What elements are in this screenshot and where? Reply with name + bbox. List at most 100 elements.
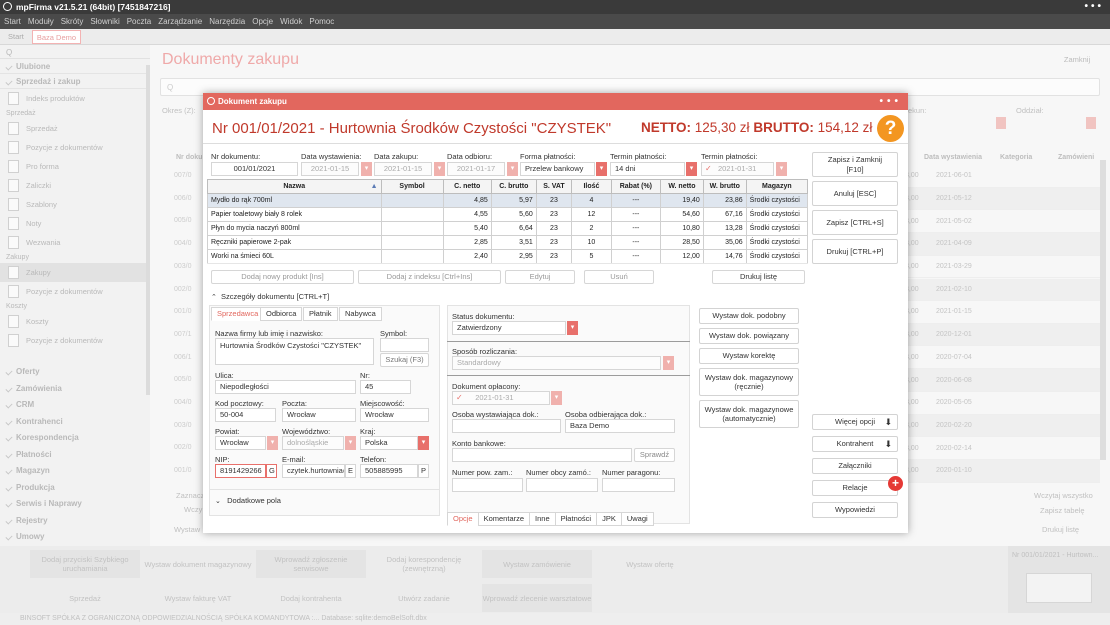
- extra-fields-toggle[interactable]: ⌄ Dodatkowe pola: [215, 496, 281, 505]
- sidebar-item[interactable]: Noty: [0, 214, 150, 233]
- purchase-date-field[interactable]: 2021-01-15: [374, 162, 432, 176]
- sidebar-group[interactable]: Magazyn: [0, 463, 150, 480]
- symbol-field[interactable]: [380, 338, 429, 352]
- paid-date-field[interactable]: ✓ 2021-01-31: [452, 391, 550, 405]
- sidebar-item[interactable]: Pozycje z dokumentów: [0, 138, 150, 157]
- col-rabat[interactable]: Rabat (%): [610, 179, 662, 194]
- branch-dropdown-icon[interactable]: [1086, 117, 1096, 129]
- paid-date-calendar-icon[interactable]: ▾: [551, 391, 562, 405]
- county-field[interactable]: Wrocław: [215, 436, 266, 450]
- country-dropdown-icon[interactable]: ▾: [418, 436, 429, 450]
- settlement-dropdown-icon[interactable]: ▾: [663, 356, 674, 370]
- menu-moduly[interactable]: Moduły: [28, 14, 54, 29]
- send-email-button[interactable]: E: [345, 464, 356, 478]
- sidebar-section-ulubione[interactable]: Ulubione: [0, 59, 150, 74]
- sidebar-search-icon[interactable]: Q: [0, 45, 150, 59]
- quick-action-button[interactable]: Wystaw zamówienie: [482, 550, 592, 578]
- sidebar-item[interactable]: Zaliczki: [0, 176, 150, 195]
- delete-product-button[interactable]: Usuń: [584, 270, 654, 284]
- call-button[interactable]: P: [418, 464, 429, 478]
- side-button[interactable]: Kontrahent ⬇: [812, 436, 898, 452]
- table-row[interactable]: 3,00 2021-02-10: [905, 278, 1100, 301]
- dialog-menu-icon[interactable]: •••: [879, 93, 902, 110]
- quick-action-button[interactable]: Wprowadź zlecenie warsztatowe: [482, 584, 592, 612]
- quick-action-button[interactable]: Wprowadź zgłoszenie serwisowe: [256, 550, 366, 578]
- sidebar-group[interactable]: CRM: [0, 397, 150, 414]
- payment-form-dropdown-icon[interactable]: ▾: [596, 162, 607, 176]
- email-field[interactable]: czytek.hurtownia@: [282, 464, 345, 478]
- sidebar-group[interactable]: Kontrahenci: [0, 414, 150, 431]
- column-header-data[interactable]: Data wystawienia: [924, 151, 982, 165]
- sidebar-item[interactable]: Pozycje z dokumentów: [0, 331, 150, 350]
- issue-date-field[interactable]: 2021-01-15: [301, 162, 359, 176]
- nr-field[interactable]: 001/01/2021: [211, 162, 298, 176]
- house-nr-field[interactable]: 45: [360, 380, 411, 394]
- tab-komentarze[interactable]: Komentarze: [477, 512, 531, 526]
- receipt-date-calendar-icon[interactable]: ▾: [507, 162, 518, 176]
- load-label[interactable]: Wczy: [184, 505, 202, 514]
- sidebar-item[interactable]: Pozycje z dokumentów: [0, 282, 150, 301]
- city-field[interactable]: Wrocław: [360, 408, 429, 422]
- quick-action-button[interactable]: Dodaj przyciski Szybkiego uruchamiania: [30, 550, 140, 578]
- edit-product-button[interactable]: Edytuj: [505, 270, 575, 284]
- preview-thumbnail[interactable]: [1026, 573, 1092, 603]
- action-button[interactable]: Wystaw dok. magazynowy (ręcznie): [699, 368, 799, 396]
- side-button[interactable]: Zapisz i Zamknij [F10]: [812, 152, 898, 177]
- issue-label[interactable]: Wystaw: [174, 525, 200, 534]
- col-nazwa[interactable]: Nazwa ▲: [207, 179, 382, 194]
- side-button[interactable]: Wypowiedzi: [812, 502, 898, 518]
- menu-zarzadzanie[interactable]: Zarządzanie: [158, 14, 202, 29]
- zip-field[interactable]: 50-004: [215, 408, 276, 422]
- sidebar-group[interactable]: Rejestry: [0, 513, 150, 530]
- purchase-date-calendar-icon[interactable]: ▾: [434, 162, 445, 176]
- voivodeship-field[interactable]: dolnośląskie: [282, 436, 344, 450]
- action-button[interactable]: Wystaw dok. magazynowe (automatycznie): [699, 400, 799, 428]
- table-row[interactable]: 3,00 2020-01-10: [905, 460, 1100, 483]
- product-row[interactable]: Worki na śmieci 60L 2,40 2,95 23 5 --- 12,00 14…: [207, 249, 809, 264]
- table-row[interactable]: 3,00 2021-05-02: [905, 210, 1100, 233]
- tab-jpk[interactable]: JPK: [596, 512, 622, 526]
- payment-term-dropdown-icon[interactable]: ▾: [686, 162, 697, 176]
- search-contractor-button[interactable]: Szukaj (F3): [380, 353, 429, 367]
- verify-account-button[interactable]: Sprawdź: [634, 448, 675, 462]
- foreign-nr-field[interactable]: [526, 478, 598, 492]
- sidebar-group[interactable]: Płatności: [0, 447, 150, 464]
- save-table-button[interactable]: Zapisz tabelę: [1040, 506, 1085, 515]
- col-c-brutto[interactable]: C. brutto: [490, 179, 537, 194]
- receipt-date-field[interactable]: 2021-01-17: [447, 162, 505, 176]
- sidebar-group[interactable]: Serwis i Naprawy: [0, 496, 150, 513]
- side-button[interactable]: Drukuj [CTRL+P]: [812, 239, 898, 264]
- load-all-button[interactable]: Wczytaj wszystko: [1034, 491, 1093, 500]
- tab-inne[interactable]: Inne: [529, 512, 556, 526]
- product-row[interactable]: Papier toaletowy biały 8 rolek 4,55 5,60 23…: [207, 207, 809, 222]
- table-row[interactable]: 3,00 2020-02-14: [905, 437, 1100, 460]
- table-row[interactable]: 3,00 2021-06-01: [905, 165, 1100, 188]
- quick-action-button[interactable]: Dodaj korespondencję (zewnętrzną): [369, 550, 479, 578]
- sidebar-group[interactable]: Oferty: [0, 364, 150, 381]
- action-button[interactable]: Wystaw dok. powiązany: [699, 328, 799, 344]
- col-w-netto[interactable]: W. netto: [660, 179, 704, 194]
- menu-pomoc[interactable]: Pomoc: [309, 14, 334, 29]
- col-vat[interactable]: S. VAT: [535, 179, 573, 194]
- county-dropdown-icon[interactable]: ▾: [267, 436, 278, 450]
- details-toggle[interactable]: ⌃ Szczegóły dokumentu [CTRL+T]: [211, 292, 329, 301]
- sidebar-group[interactable]: Produkcja: [0, 480, 150, 497]
- menu-skroty[interactable]: Skróty: [61, 14, 84, 29]
- menu-poczta[interactable]: Poczta: [127, 14, 151, 29]
- col-symbol[interactable]: Symbol: [380, 179, 444, 194]
- doc-status-dropdown-icon[interactable]: ▾: [567, 321, 578, 335]
- payment-date-calendar-icon[interactable]: ▾: [776, 162, 787, 176]
- quick-action-button[interactable]: Sprzedaż: [30, 584, 140, 612]
- menu-narzedzia[interactable]: Narzędzia: [209, 14, 245, 29]
- side-button[interactable]: Relacje +: [812, 476, 903, 496]
- menu-start[interactable]: Start: [4, 14, 21, 29]
- col-c-netto[interactable]: C. netto: [442, 179, 492, 194]
- sidebar-item[interactable]: Sprzedaż: [0, 119, 150, 138]
- add-relation-icon[interactable]: +: [888, 476, 903, 491]
- table-row[interactable]: 3,00 2020-12-01: [905, 323, 1100, 347]
- sidebar-item[interactable]: Pro forma: [0, 157, 150, 176]
- settlement-select[interactable]: Standardowy: [452, 356, 661, 370]
- order-nr-field[interactable]: [452, 478, 523, 492]
- paid-check-icon[interactable]: ✓: [456, 393, 463, 402]
- close-module-button[interactable]: Zamknij: [1052, 53, 1102, 67]
